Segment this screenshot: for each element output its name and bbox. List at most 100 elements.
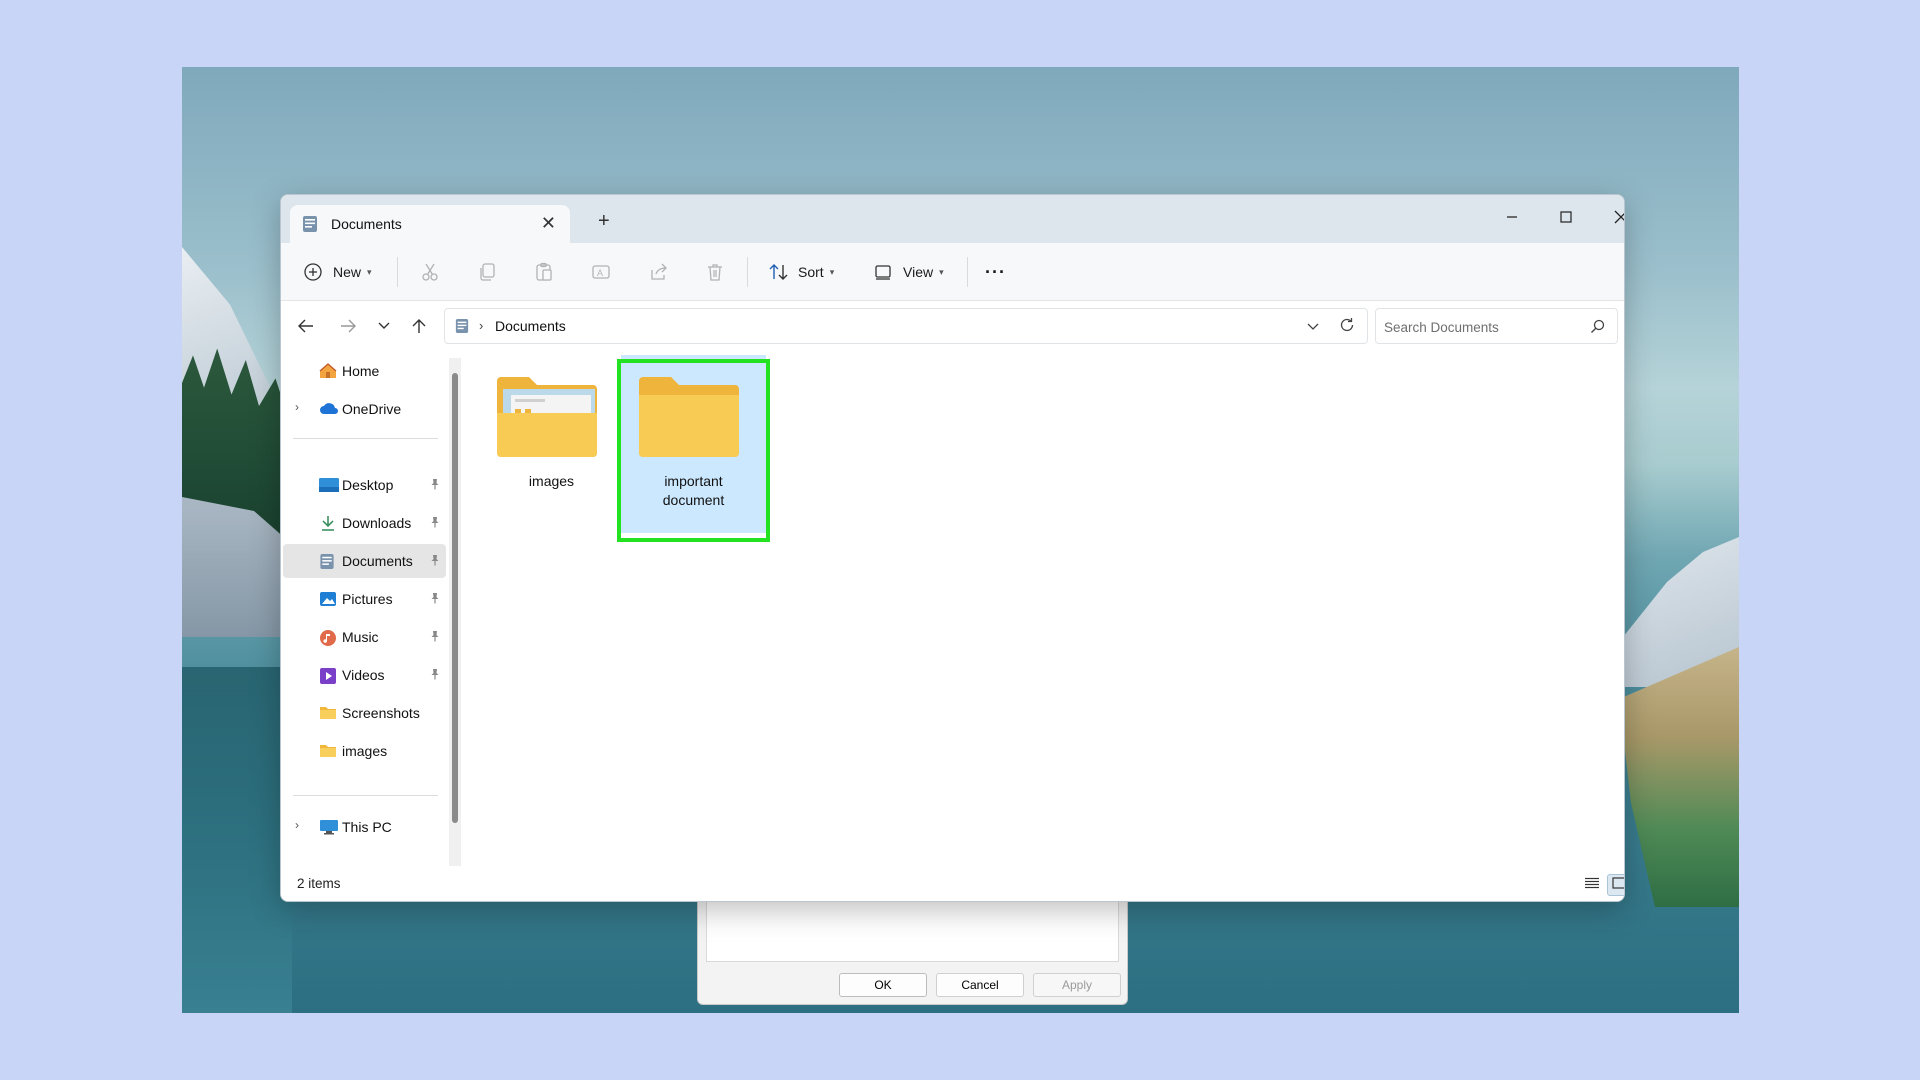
sidebar-scrollbar-thumb[interactable]: [452, 373, 458, 823]
rename-button[interactable]: A: [591, 243, 611, 301]
cloud-icon: [319, 401, 338, 417]
sidebar-divider: [293, 438, 438, 439]
toolbar-divider: [967, 257, 968, 287]
paste-icon: [534, 262, 554, 282]
folder-icon: [319, 743, 337, 759]
sidebar-item-label: Music: [342, 629, 379, 645]
documents-icon: [319, 553, 337, 570]
paste-button[interactable]: [534, 243, 554, 301]
background-dialog: OK Cancel Apply: [697, 900, 1128, 1005]
music-icon: [319, 629, 337, 646]
sidebar-item-downloads[interactable]: Downloads: [283, 506, 446, 540]
folder-item-important-document[interactable]: important document: [621, 355, 766, 533]
sort-button[interactable]: Sort ▾: [768, 243, 834, 301]
tab-documents[interactable]: Documents ✕: [290, 205, 570, 243]
sidebar-item-pictures[interactable]: Pictures: [283, 582, 446, 616]
sidebar-item-label: images: [342, 743, 388, 759]
view-icon: [873, 262, 893, 282]
pin-icon[interactable]: [429, 629, 441, 645]
search-icon[interactable]: [1590, 319, 1605, 339]
rename-icon: A: [591, 262, 611, 282]
folder-icon: [637, 375, 741, 464]
pin-icon[interactable]: [429, 515, 441, 531]
cancel-button[interactable]: Cancel: [936, 973, 1024, 997]
toolbar-divider: [397, 257, 398, 287]
recent-locations-button[interactable]: [370, 312, 398, 340]
videos-icon: [319, 667, 337, 684]
chevron-down-icon: ▾: [829, 266, 835, 277]
up-button[interactable]: [405, 312, 433, 340]
view-button[interactable]: View ▾: [873, 243, 944, 301]
status-bar: 2 items: [281, 866, 1624, 901]
chevron-right-icon[interactable]: ›: [295, 818, 299, 832]
delete-button[interactable]: [705, 243, 725, 301]
close-window-button[interactable]: [1598, 201, 1624, 233]
sidebar-item-label: This PC: [342, 819, 392, 835]
view-label: View: [903, 264, 934, 280]
minimize-button[interactable]: [1489, 201, 1535, 233]
search-box[interactable]: [1375, 308, 1618, 344]
desktop-icon: [319, 477, 339, 493]
documents-icon: [302, 215, 318, 238]
command-bar: New ▾ A Sort ▾ View ▾ ···: [281, 243, 1624, 301]
download-icon: [319, 515, 337, 531]
more-options-icon: ···: [985, 261, 1006, 282]
sidebar-item-videos[interactable]: Videos: [283, 658, 446, 692]
refresh-icon[interactable]: [1339, 317, 1355, 338]
folder-item-images[interactable]: images: [479, 355, 624, 533]
sidebar-item-label: Screenshots: [342, 705, 420, 721]
new-label: New: [333, 264, 362, 280]
sidebar-item-desktop[interactable]: Desktop: [283, 468, 446, 502]
apply-button[interactable]: Apply: [1033, 973, 1121, 997]
search-input[interactable]: [1384, 317, 1584, 337]
breadcrumb[interactable]: Documents: [495, 318, 566, 334]
forward-button[interactable]: [334, 312, 362, 340]
sidebar-item-label: Videos: [342, 667, 385, 683]
share-button[interactable]: [648, 243, 668, 301]
new-tab-button[interactable]: +: [598, 210, 610, 233]
back-button[interactable]: [292, 312, 320, 340]
navigation-bar: › Documents: [281, 301, 1624, 351]
sidebar-item-this-pc[interactable]: › This PC: [283, 810, 446, 844]
sidebar-item-documents[interactable]: Documents: [283, 544, 446, 578]
share-icon: [648, 262, 668, 282]
title-bar: Documents ✕ +: [281, 195, 1624, 243]
large-icons-view-button[interactable]: [1607, 874, 1624, 896]
cut-button[interactable]: [420, 243, 440, 301]
sidebar-item-screenshots[interactable]: Screenshots: [283, 696, 446, 730]
sidebar-divider: [293, 795, 438, 796]
folder-icon: [495, 375, 599, 464]
svg-text:A: A: [597, 268, 603, 278]
add-circle-icon: [303, 262, 323, 282]
pc-icon: [319, 819, 338, 835]
sidebar-item-label: Desktop: [342, 477, 394, 493]
copy-icon: [477, 262, 497, 282]
address-bar[interactable]: › Documents: [444, 308, 1368, 344]
toolbar-divider: [747, 257, 748, 287]
sidebar-item-label: Documents: [342, 553, 413, 569]
chevron-down-icon: ▾: [367, 266, 372, 277]
item-count: 2 items: [297, 876, 341, 891]
details-view-icon: [1585, 876, 1599, 894]
chevron-down-icon[interactable]: [1307, 318, 1319, 336]
sidebar-item-music[interactable]: Music: [283, 620, 446, 654]
details-view-button[interactable]: [1580, 874, 1604, 896]
sidebar-item-onedrive[interactable]: › OneDrive: [283, 392, 446, 426]
maximize-button[interactable]: [1543, 201, 1589, 233]
pin-icon[interactable]: [429, 591, 441, 607]
chevron-right-icon[interactable]: ›: [295, 400, 299, 414]
new-button[interactable]: New ▾: [303, 243, 372, 301]
sidebar-item-home[interactable]: Home: [283, 354, 446, 388]
pin-icon[interactable]: [429, 477, 441, 493]
more-options-button[interactable]: ···: [985, 243, 1006, 301]
pictures-icon: [319, 591, 337, 607]
pin-icon[interactable]: [429, 553, 441, 569]
close-tab-icon[interactable]: ✕: [541, 213, 556, 234]
documents-icon: [455, 318, 469, 339]
sidebar-item-images[interactable]: images: [283, 734, 446, 768]
file-explorer-window: Documents ✕ + New ▾ A Sort ▾ View ▾ ··· …: [280, 194, 1625, 902]
copy-button[interactable]: [477, 243, 497, 301]
home-icon: [319, 363, 337, 379]
pin-icon[interactable]: [429, 667, 441, 683]
ok-button[interactable]: OK: [839, 973, 927, 997]
